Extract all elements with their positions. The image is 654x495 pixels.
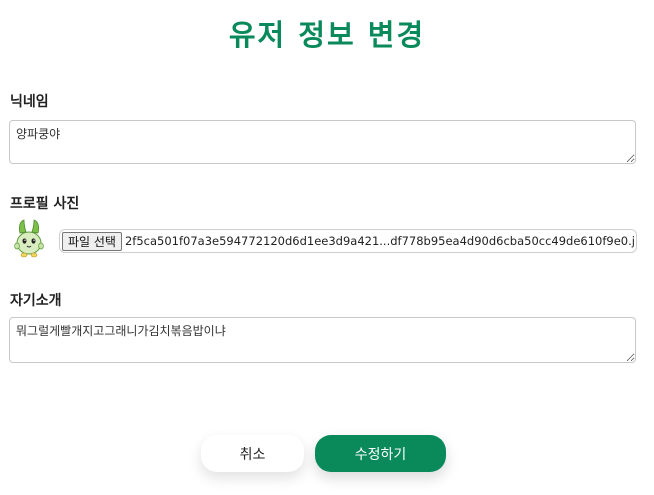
file-select-button[interactable]: 파일 선택 <box>62 231 122 251</box>
nickname-field[interactable]: 양파쿵야 <box>9 120 636 164</box>
profile-photo-file-input[interactable]: 파일 선택 2f5ca501f07a3e594772120d6d1ee3d9a4… <box>59 229 637 253</box>
profile-photo-label: 프로필 사진 <box>10 196 80 212</box>
file-name-text: 2f5ca501f07a3e594772120d6d1ee3d9a421...d… <box>124 234 636 248</box>
nickname-label: 닉네임 <box>10 94 49 110</box>
page-title: 유저 정보 변경 <box>228 18 426 52</box>
bio-field[interactable]: 뭐그럴게빨개지고그래니가김치볶음밥이냐 <box>9 317 636 363</box>
submit-button[interactable]: 수정하기 <box>315 435 446 472</box>
green-onion-character-icon <box>14 219 44 258</box>
cancel-button[interactable]: 취소 <box>201 435 304 472</box>
avatar <box>12 219 46 261</box>
bio-label: 자기소개 <box>10 293 62 309</box>
